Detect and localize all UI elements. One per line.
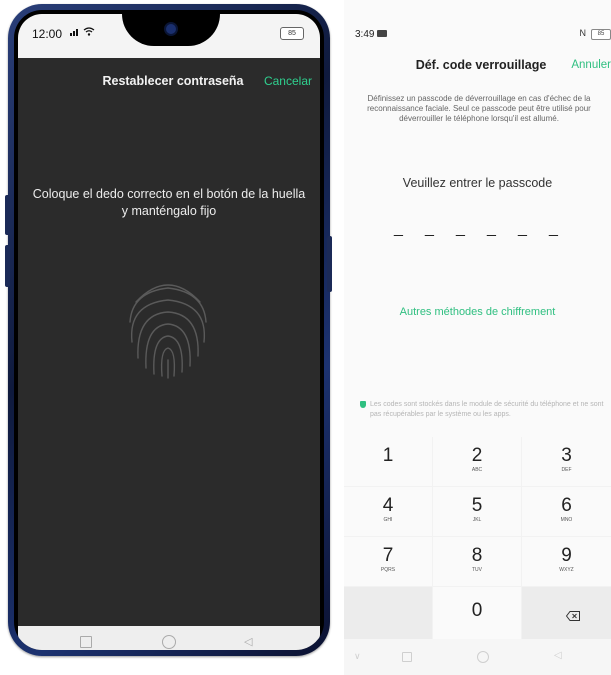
recents-button[interactable] xyxy=(80,636,92,648)
key-letters: JKL xyxy=(472,517,482,523)
passcode-slot: _ xyxy=(394,220,403,237)
home-button[interactable] xyxy=(477,651,489,663)
key-empty xyxy=(344,587,432,639)
key-letters: PQRS xyxy=(380,567,396,573)
key-5[interactable]: 5 JKL xyxy=(433,487,521,536)
status-time: 3:49 xyxy=(355,29,375,40)
security-note: Les codes sont stockés dans le module de… xyxy=(370,401,604,418)
passcode-slot: _ xyxy=(425,220,434,237)
key-0[interactable]: 0 xyxy=(433,587,521,639)
key-4[interactable]: 4 GHI xyxy=(344,487,432,536)
nfc-icon: N xyxy=(579,28,587,38)
page-title: Déf. code verrouillage xyxy=(415,58,547,72)
nav-bar: ∨ ◁ xyxy=(344,639,611,675)
key-number: 0 xyxy=(471,600,483,621)
passcode-screen: 3:49 N 85 Déf. code verrouillage Annuler… xyxy=(344,0,611,675)
cancel-button[interactable]: Cancelar xyxy=(264,74,312,88)
recents-button[interactable] xyxy=(402,652,412,662)
volume-up-button xyxy=(5,195,10,235)
key-number: 2 xyxy=(471,445,483,466)
key-letters: WXYZ xyxy=(559,567,574,573)
cancel-button[interactable]: Annuler xyxy=(571,59,611,71)
key-letters: TUV xyxy=(472,567,482,573)
status-time: 12:00 xyxy=(32,27,63,41)
key-number: 7 xyxy=(382,545,394,566)
passcode-slot: _ xyxy=(549,220,558,237)
key-letters: GHI xyxy=(383,517,393,523)
battery-icon: 85 xyxy=(280,27,304,40)
key-letters: MNO xyxy=(560,517,573,523)
key-9[interactable]: 9 WXYZ xyxy=(522,537,611,586)
header: Restablecer contraseña Cancelar xyxy=(18,58,320,102)
shield-icon xyxy=(360,401,366,408)
passcode-slot: _ xyxy=(487,220,496,237)
key-number: 3 xyxy=(561,445,572,466)
volume-down-button xyxy=(5,245,10,287)
key-7[interactable]: 7 PQRS xyxy=(344,537,432,586)
key-number: 5 xyxy=(471,495,483,516)
numeric-keypad: 1 2 ABC 3 DEF 4 GHI 5 JKL 6 MNO 7 PQRS 8 xyxy=(344,437,611,639)
passcode-prompt: Veuillez entrer le passcode xyxy=(402,176,553,190)
key-6[interactable]: 6 MNO xyxy=(522,487,611,536)
status-bar: 3:49 N 85 xyxy=(344,0,611,46)
hide-keyboard-icon[interactable]: ∨ xyxy=(354,651,361,662)
key-number: 4 xyxy=(382,495,394,516)
key-number: 9 xyxy=(561,545,572,566)
back-button[interactable]: ◁ xyxy=(244,635,252,648)
fingerprint-icon[interactable] xyxy=(122,272,214,380)
key-number: 6 xyxy=(561,495,572,516)
signal-wifi-icon xyxy=(70,26,96,40)
passcode-slot: _ xyxy=(518,220,527,237)
nav-bar: ◁ xyxy=(18,626,320,650)
key-number: 8 xyxy=(471,545,483,566)
image-notification-icon xyxy=(377,30,387,37)
passcode-slots: _ _ _ _ _ _ xyxy=(391,220,561,237)
key-2[interactable]: 2 ABC xyxy=(433,437,521,486)
page-title: Restablecer contraseña xyxy=(102,74,244,88)
battery-icon: 85 xyxy=(591,29,611,40)
key-3[interactable]: 3 DEF xyxy=(522,437,611,486)
power-button xyxy=(327,236,332,292)
description-text: Définissez un passcode de déverrouillage… xyxy=(367,94,591,123)
key-letters: ABC xyxy=(471,467,483,473)
backspace-icon xyxy=(566,611,580,621)
home-button[interactable] xyxy=(162,635,176,649)
passcode-slot: _ xyxy=(456,220,465,237)
key-1[interactable]: 1 xyxy=(344,437,432,486)
instruction-text: Coloque el dedo correcto en el botón de … xyxy=(32,187,306,218)
key-8[interactable]: 8 TUV xyxy=(433,537,521,586)
back-button[interactable]: ◁ xyxy=(554,650,562,661)
phone-bezel: 12:00 85 Restablecer contraseña Cancelar… xyxy=(14,10,324,650)
key-letters: DEF xyxy=(561,467,572,473)
front-camera xyxy=(164,22,178,36)
other-methods-link[interactable]: Autres méthodes de chiffrement xyxy=(344,306,611,318)
fingerprint-reset-screen: 12:00 85 Restablecer contraseña Cancelar… xyxy=(18,14,320,626)
key-number: 1 xyxy=(382,445,394,466)
